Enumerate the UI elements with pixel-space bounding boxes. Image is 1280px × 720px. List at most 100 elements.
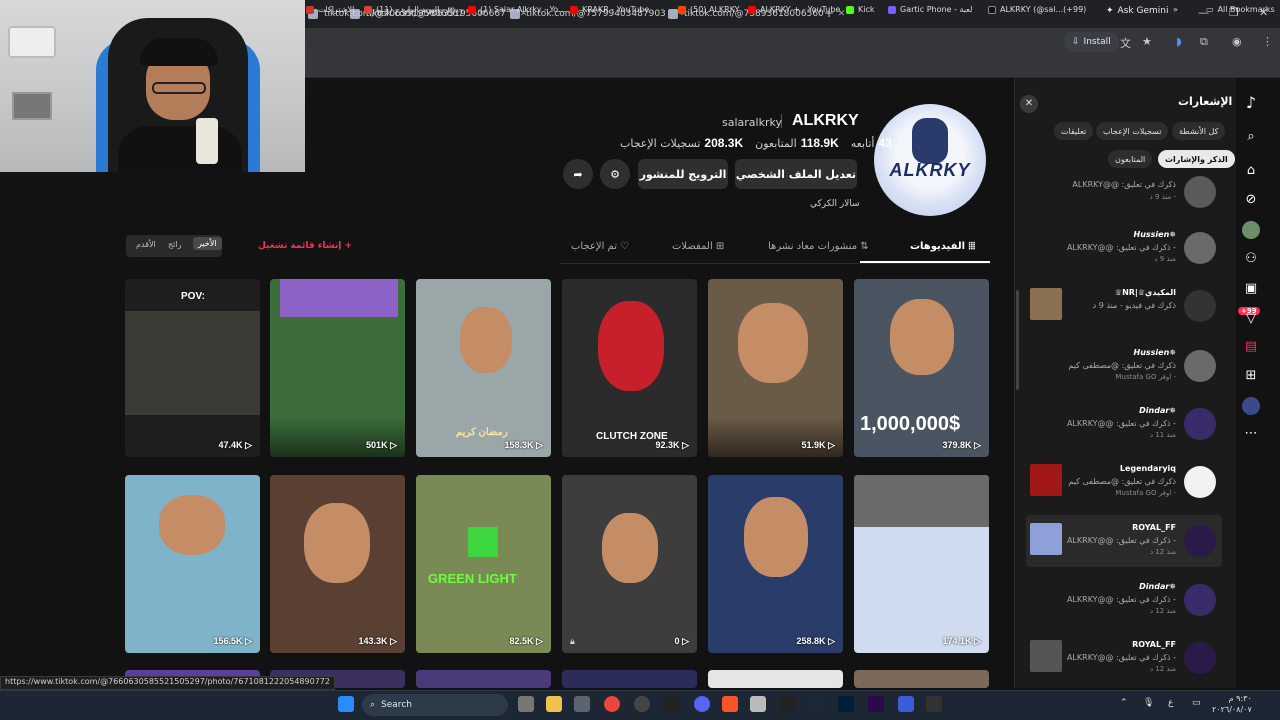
bookmark-item[interactable]: Kick	[846, 5, 875, 14]
video-thumbnail[interactable]: 1,000,000$ 379.8K ▷	[854, 279, 989, 457]
discord-icon[interactable]	[694, 696, 710, 712]
filter-comments[interactable]: تعليقات	[1054, 122, 1094, 140]
more-dots-icon[interactable]: ⋯	[1242, 425, 1260, 443]
notification-item[interactable]: ♕NR|♕المكيدي ذكرك في فيديو - منذ 9 د	[1026, 280, 1222, 332]
stat-following[interactable]: 43أتابعه	[851, 136, 892, 150]
video-thumbnail[interactable]: 501K ▷	[270, 279, 405, 457]
thumbnail-caption: POV:	[181, 291, 205, 302]
bookmark-item[interactable]: ALKRKY + - YouTube	[748, 5, 840, 14]
video-thumbnail[interactable]	[416, 670, 551, 688]
avatar[interactable]	[1242, 221, 1260, 239]
video-thumbnail[interactable]: 143.3K ▷	[270, 475, 405, 653]
video-thumbnail[interactable]: رمضان كريم 158.3K ▷	[416, 279, 551, 457]
profile-avatar-icon[interactable]: ◉	[1232, 35, 1242, 48]
messages-icon[interactable]: ▤	[1242, 338, 1260, 356]
microphone-icon[interactable]: 🎙︎	[1143, 698, 1154, 708]
sort-oldest[interactable]: الأقدم	[136, 240, 156, 249]
notification-item[interactable]: ROYAL_FF ALKRKY@@ :ذكرك في تعليق - منذ 1…	[1026, 515, 1222, 567]
notification-item[interactable]: Legendaryiq ذكرك في تعليق: @مصطفى كيم Mu…	[1026, 456, 1222, 508]
scrollbar[interactable]	[1016, 290, 1019, 390]
network-icon[interactable]: ▭	[1192, 698, 1201, 708]
ask-gemini-button[interactable]: ✦ Ask Gemini	[1106, 6, 1168, 16]
star-icon[interactable]: ★	[1142, 35, 1152, 48]
chrome-icon[interactable]	[604, 696, 620, 712]
video-thumbnail[interactable]	[562, 670, 697, 688]
sort-latest[interactable]: الأخير	[193, 237, 222, 250]
video-thumbnail[interactable]	[854, 670, 989, 688]
bookmark-item[interactable]: KRAKR - YouTube	[570, 5, 649, 14]
windows-start-icon[interactable]	[338, 696, 354, 712]
video-thumbnail[interactable]: 258.8K ▷	[708, 475, 843, 653]
video-thumbnail[interactable]: 51.9K ▷	[708, 279, 843, 457]
close-icon[interactable]: ✕	[1020, 95, 1038, 113]
profile-avatar-icon[interactable]	[1242, 397, 1260, 415]
video-thumbnail[interactable]	[708, 670, 843, 688]
extension-icon[interactable]: ◗	[1176, 35, 1182, 48]
video-thumbnail[interactable]: 174.1K ▷	[854, 475, 989, 653]
video-thumbnail[interactable]: 🔒︎ 0 ▷	[562, 475, 697, 653]
puzzle-icon[interactable]: ⧉	[1200, 35, 1208, 49]
bookmark-item[interactable]: البريد الوارد - (11) - m...	[364, 5, 463, 14]
app-icon[interactable]	[898, 696, 914, 712]
notification-item[interactable]: Hussien✵ ذكرك في تعليق: @مصطفى كيم Musta…	[1026, 340, 1222, 392]
tab-videos[interactable]: الفيديوهات ⦙⦙⦙	[910, 241, 975, 252]
app-icon[interactable]	[750, 696, 766, 712]
search-icon[interactable]: ⌕	[1242, 128, 1260, 146]
promote-post-button[interactable]: الترويج للمنشور	[638, 159, 728, 189]
share-icon[interactable]: ➦	[563, 159, 593, 189]
repost-icon: ⇅	[860, 241, 869, 252]
live-icon[interactable]: ▣	[1242, 280, 1260, 298]
explore-compass-icon[interactable]: ⊘	[1242, 191, 1260, 209]
home-icon[interactable]: ⌂	[1242, 162, 1260, 180]
video-thumbnail[interactable]: CLUTCH ZONE 92.3K ▷	[562, 279, 697, 457]
all-bookmarks-button[interactable]: ▭ All Bookmarks	[1206, 5, 1275, 14]
inbox-icon[interactable]: ▽	[1242, 310, 1260, 328]
video-thumbnail[interactable]: POV: 47.4K ▷	[125, 279, 260, 457]
bookmark-item[interactable]: ALKRKY (@sal...(+99)	[988, 5, 1086, 14]
tiktok-logo-icon[interactable]: ♪	[1242, 94, 1260, 112]
install-app-button[interactable]: ⇩ Install	[1064, 32, 1119, 52]
input-language[interactable]: ع	[1168, 698, 1173, 708]
premiere-icon[interactable]	[868, 696, 884, 712]
bookmark-item[interactable]: الاشتراكات	[306, 5, 354, 14]
bookmark-item[interactable]: (1) Salar Alkrky - Yo...	[468, 5, 566, 14]
tray-chevron-icon[interactable]: ⌃	[1120, 698, 1128, 708]
steam-icon[interactable]	[808, 696, 824, 712]
store-icon[interactable]	[574, 696, 590, 712]
capcut-icon[interactable]	[780, 696, 796, 712]
sort-popular[interactable]: رائج	[168, 240, 181, 249]
taskbar-search[interactable]: ⌕ Search	[362, 694, 508, 716]
bookmark-item[interactable]: Gartic Phone - لعبة	[888, 5, 972, 14]
following-users-icon[interactable]: ⚇	[1242, 250, 1260, 268]
tab-reposts[interactable]: منشورات معاد نشرها ⇅	[768, 241, 869, 252]
notification-item[interactable]: Dindar✵ ALKRKY@@ :ذكرك في تعليق - منذ 12…	[1026, 574, 1222, 626]
notification-item[interactable]: Dindar✵ ALKRKY@@ :ذكرك في تعليق - منذ 11…	[1026, 398, 1222, 450]
profile-avatar[interactable]: ALKRKY	[874, 104, 986, 216]
notification-item[interactable]: ALKRKY@@ :ذكرك في تعليق منذ 9 د -	[1026, 166, 1222, 218]
translate-icon[interactable]: ⽂	[1120, 35, 1131, 51]
obs-icon[interactable]	[634, 696, 650, 712]
stat-followers[interactable]: 118.9Kالمتابعون	[755, 136, 839, 150]
app-icon[interactable]	[926, 696, 942, 712]
settings-gear-icon[interactable]: ⚙	[600, 159, 630, 189]
file-explorer-icon[interactable]	[546, 696, 562, 712]
notification-item[interactable]: ROYAL_FF ALKRKY@@ :ذكرك في تعليق - منذ 1…	[1026, 632, 1222, 684]
menu-dots-icon[interactable]: ⋮	[1262, 35, 1273, 48]
tab-liked[interactable]: تم الإعجاب ♡	[571, 241, 629, 252]
edit-profile-button[interactable]: تعديل الملف الشخصي	[735, 159, 857, 189]
video-thumbnail[interactable]: GREEN LIGHT 82.5K ▷	[416, 475, 551, 653]
filter-likes[interactable]: تسجيلات الإعجاب	[1096, 122, 1169, 140]
taskbar-clock[interactable]: ٩:٣٠ م ٢٠٢٦/٠٨/٠٧	[1212, 693, 1252, 715]
app-icon[interactable]	[664, 696, 680, 712]
filter-all-activity[interactable]: كل الأنشطة	[1172, 122, 1226, 140]
brave-icon[interactable]	[722, 696, 738, 712]
upload-plus-icon[interactable]: ⊞	[1242, 367, 1260, 385]
photoshop-icon[interactable]	[838, 696, 854, 712]
video-thumbnail[interactable]: 156.5K ▷	[125, 475, 260, 653]
bookmark-item[interactable]: (50) ALKRKY	[678, 5, 740, 14]
task-view-icon[interactable]	[518, 696, 534, 712]
create-playlist-button[interactable]: إنشاء قائمة تشغيل +	[258, 241, 352, 251]
bookmarks-overflow-icon[interactable]: »	[1173, 5, 1178, 14]
tab-favorites[interactable]: المفضلات ⊞	[672, 241, 724, 252]
notification-item[interactable]: Hussien✵ ALKRKY@@ :ذكرك في تعليق - منذ 9…	[1026, 222, 1222, 274]
